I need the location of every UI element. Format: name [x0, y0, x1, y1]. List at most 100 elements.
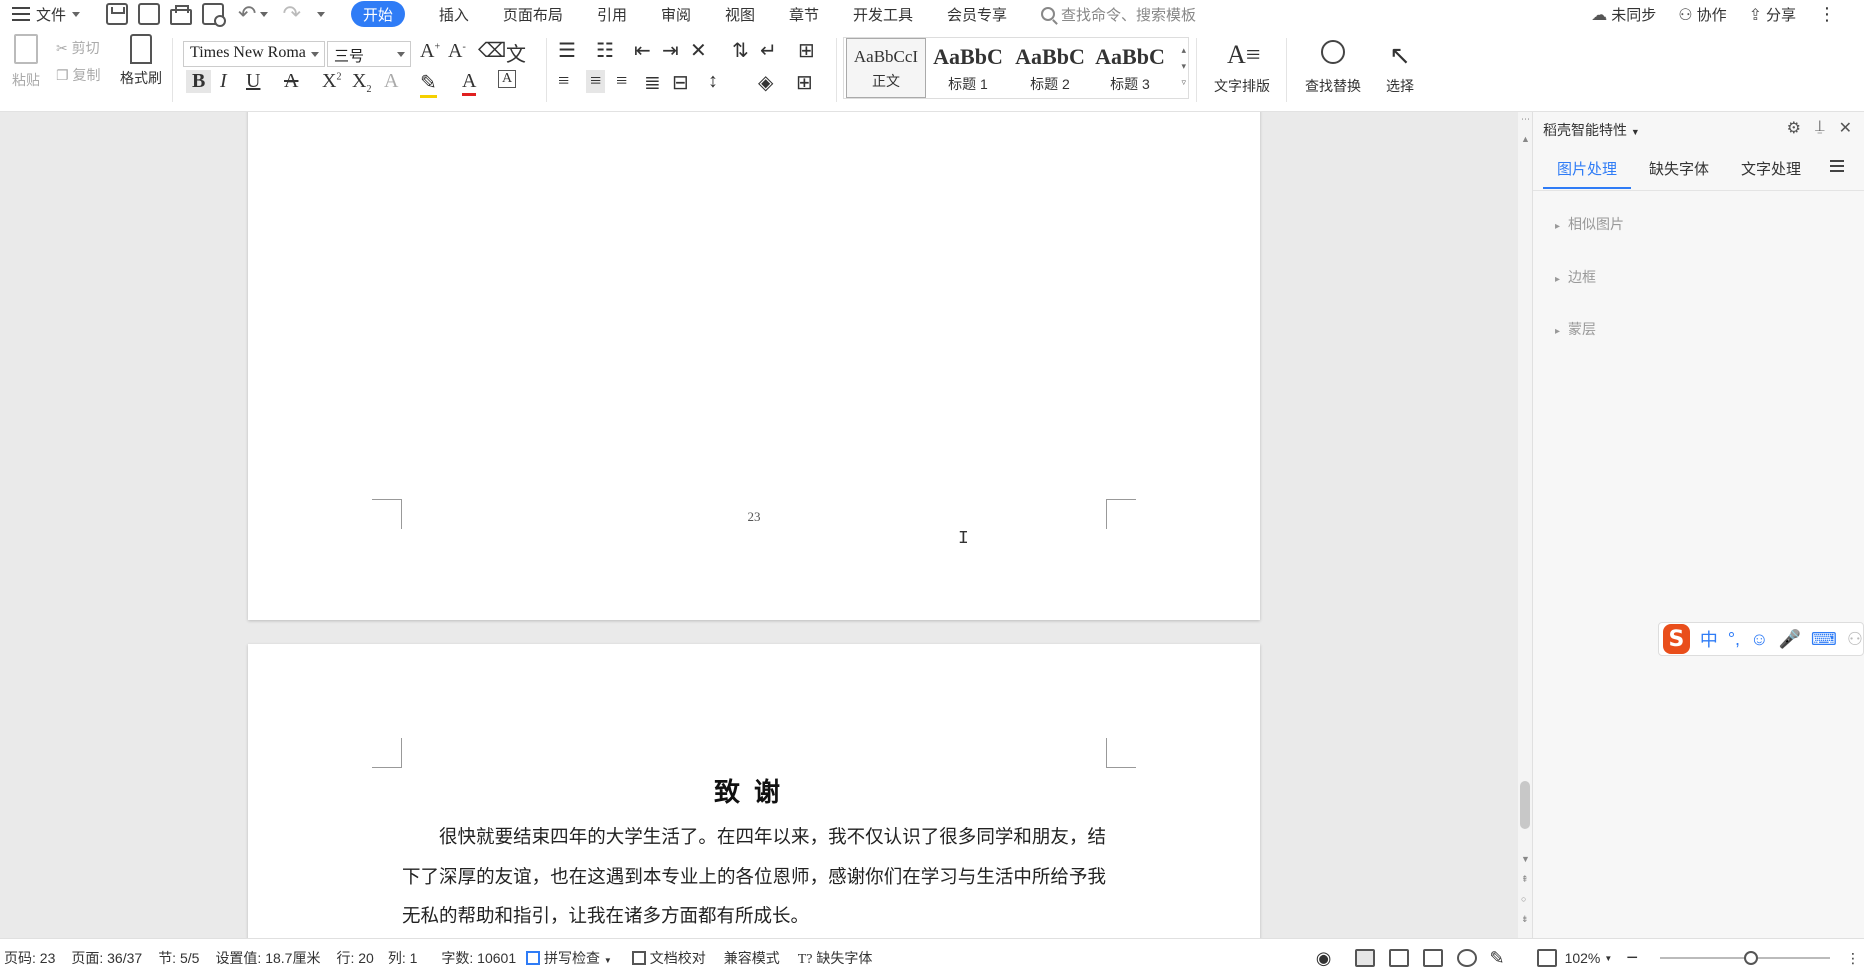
text-layout-button[interactable]: A≡ 文字排版: [1206, 40, 1278, 96]
collab-button[interactable]: ⚇ 协作: [1678, 4, 1726, 25]
vertical-scrollbar[interactable]: ⋯ ▲ ▼ ⇞ ○ ⇟: [1518, 112, 1532, 938]
format-painter-button[interactable]: 格式刷: [120, 34, 162, 88]
sort-icon[interactable]: ⇅: [732, 38, 749, 63]
zoom-out-icon[interactable]: −: [1626, 947, 1638, 970]
share-button[interactable]: ⇪ 分享: [1749, 4, 1796, 25]
grow-font-icon[interactable]: A+: [420, 40, 440, 63]
missing-font-button[interactable]: T? 缺失字体: [798, 948, 873, 968]
char-border-icon[interactable]: A: [498, 70, 517, 88]
close-icon[interactable]: ✕: [1839, 118, 1852, 138]
main-menu-button[interactable]: 文件: [0, 0, 81, 28]
sogou-logo-icon[interactable]: S: [1663, 624, 1690, 654]
justify-icon[interactable]: ≣: [644, 70, 661, 95]
align-left-icon[interactable]: ≡: [558, 70, 569, 93]
status-page-code[interactable]: 页码: 23: [4, 948, 55, 968]
tab-ruler-icon[interactable]: ⊞: [798, 38, 815, 63]
tab-view[interactable]: 视图: [725, 4, 755, 25]
decrease-indent-icon[interactable]: ⇤: [634, 38, 651, 63]
punctuation-icon[interactable]: °,: [1728, 629, 1740, 650]
text-effect-icon[interactable]: A: [384, 70, 398, 93]
tab-missing-fonts[interactable]: 缺失字体: [1635, 158, 1723, 189]
tab-home[interactable]: 开始: [350, 1, 405, 27]
bullet-list-icon[interactable]: ☰: [558, 38, 576, 63]
save-icon[interactable]: [106, 3, 129, 25]
spell-check-button[interactable]: 拼写检查 ▼: [526, 948, 612, 968]
settings-gear-icon[interactable]: ⚙: [1787, 118, 1801, 138]
borders-icon[interactable]: ⊞: [796, 70, 813, 95]
document-page[interactable]: 23 I: [248, 112, 1260, 620]
zoom-level[interactable]: 102%: [1565, 950, 1601, 966]
style-heading-2[interactable]: AaBbC 标题 2: [1010, 38, 1090, 98]
print-preview-icon[interactable]: [202, 3, 227, 27]
highlight-icon[interactable]: ✎: [420, 70, 437, 98]
mask-item[interactable]: 蒙层: [1555, 319, 1596, 339]
chevron-down-icon[interactable]: ▼: [1604, 954, 1612, 963]
doc-check-button[interactable]: 文档校对: [631, 948, 706, 968]
eye-protection-icon[interactable]: ◉: [1316, 948, 1332, 969]
browse-object-icon[interactable]: ○: [1521, 894, 1526, 904]
outline-view-icon[interactable]: [1389, 949, 1410, 967]
superscript-icon[interactable]: X2: [322, 70, 341, 93]
show-marks-icon[interactable]: ↵: [760, 38, 777, 63]
tab-member[interactable]: 会员专享: [947, 4, 1007, 25]
prev-page-icon[interactable]: ⇞: [1521, 874, 1529, 885]
bold-icon[interactable]: B: [186, 70, 212, 93]
font-size-select[interactable]: 三号: [327, 41, 411, 67]
keyboard-icon[interactable]: ⌨: [1811, 629, 1837, 650]
line-spacing-icon[interactable]: ↕: [708, 70, 718, 93]
microphone-icon[interactable]: 🎤: [1778, 629, 1800, 650]
clear-format-icon[interactable]: ⌫: [478, 38, 506, 63]
chinese-layout-icon[interactable]: ✕: [690, 38, 707, 63]
tab-references[interactable]: 引用: [597, 4, 627, 25]
paste-button[interactable]: 粘贴: [8, 34, 44, 90]
page-view-icon[interactable]: [1355, 949, 1376, 967]
zoom-slider-knob[interactable]: [1744, 951, 1758, 965]
status-section[interactable]: 节: 5/5: [158, 948, 199, 968]
command-search[interactable]: 查找命令、搜索模板: [1041, 4, 1196, 25]
status-col[interactable]: 列: 1: [388, 948, 418, 968]
status-page[interactable]: 页面: 36/37: [71, 948, 142, 968]
document-canvas[interactable]: 23 I 致谢 很快就要结束四年的大学生活了。在四年以来，我不仅认识了很多同学和…: [0, 112, 1518, 938]
print-icon[interactable]: [170, 5, 193, 25]
status-setting[interactable]: 设置值: 18.7厘米: [215, 948, 320, 968]
tab-text-processing[interactable]: 文字处理: [1727, 158, 1815, 189]
redo-icon[interactable]: ↷: [282, 1, 300, 27]
emoji-icon[interactable]: ☺: [1750, 629, 1768, 650]
export-pdf-icon[interactable]: [138, 3, 161, 25]
distribute-icon[interactable]: ⊟: [672, 70, 689, 95]
more-icon[interactable]: ⋮: [1846, 950, 1860, 967]
strikethrough-icon[interactable]: A: [284, 70, 298, 93]
border-item[interactable]: 边框: [1555, 267, 1596, 287]
subscript-icon[interactable]: X2: [352, 70, 371, 95]
undo-dropdown-icon[interactable]: [260, 11, 269, 17]
shrink-font-icon[interactable]: A-: [448, 40, 466, 63]
scroll-down-icon[interactable]: ▼: [1521, 854, 1530, 864]
font-name-select[interactable]: Times New Roma: [183, 41, 325, 67]
more-menu-icon[interactable]: ⋮: [1818, 4, 1836, 25]
tab-developer[interactable]: 开发工具: [853, 4, 913, 25]
tab-page-layout[interactable]: 页面布局: [503, 4, 563, 25]
styles-scroll-icon[interactable]: ▴ ▾ ▿: [1181, 42, 1186, 90]
style-heading-1[interactable]: AaBbC 标题 1: [928, 38, 1008, 98]
sync-button[interactable]: ☁ 未同步: [1591, 4, 1656, 25]
copy-button[interactable]: ❐ 复制: [56, 65, 100, 85]
align-center-icon[interactable]: ≡: [586, 70, 606, 93]
numbered-list-icon[interactable]: ☷: [596, 38, 614, 63]
status-row[interactable]: 行: 20: [336, 948, 373, 968]
style-heading-3[interactable]: AaBbC 标题 3: [1090, 38, 1170, 98]
reading-view-icon[interactable]: [1423, 949, 1444, 967]
pin-icon[interactable]: ⍊: [1815, 118, 1825, 138]
pen-icon[interactable]: ✎: [1489, 948, 1504, 969]
similar-images-item[interactable]: 相似图片: [1555, 214, 1624, 234]
status-word-count[interactable]: 字数: 10601: [441, 948, 516, 968]
scroll-up-icon[interactable]: ▲: [1521, 134, 1530, 144]
tab-review[interactable]: 审阅: [661, 4, 691, 25]
style-normal[interactable]: AaBbCcI 正文: [846, 38, 926, 98]
next-page-icon[interactable]: ⇟: [1521, 914, 1529, 925]
panel-title[interactable]: 稻壳智能特性 ▼: [1543, 120, 1640, 140]
align-right-icon[interactable]: ≡: [616, 70, 627, 93]
underline-icon[interactable]: U: [246, 70, 260, 93]
panel-menu-icon[interactable]: [1830, 160, 1844, 172]
shading-icon[interactable]: ◈: [758, 70, 773, 95]
fit-page-icon[interactable]: [1536, 949, 1557, 967]
